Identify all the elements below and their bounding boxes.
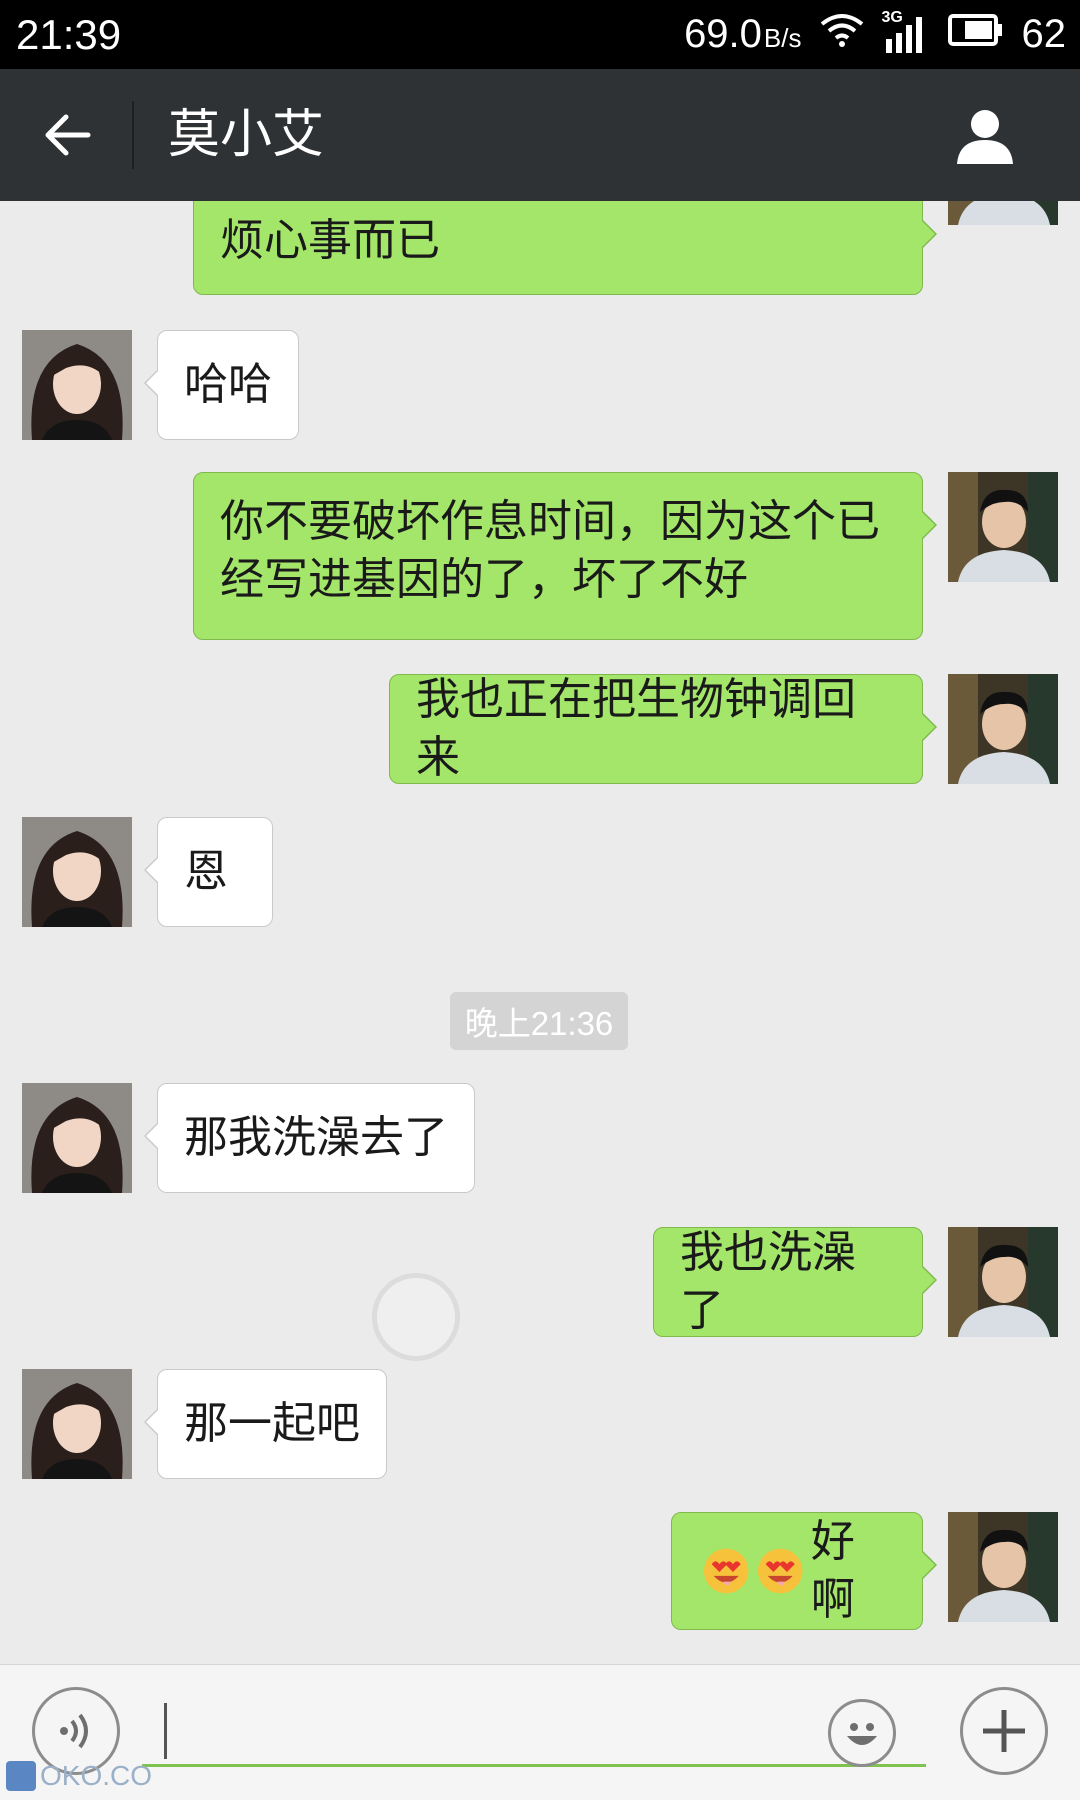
chat-area[interactable]: 烦心事而已 哈哈 你不要破坏作息时间，因为这个已经写进基因的了，坏了不好 我也正…: [0, 201, 1080, 1664]
data-speed-value: 69.0: [684, 12, 762, 56]
message-text: 那我洗澡去了: [184, 1112, 448, 1163]
back-button[interactable]: [28, 91, 108, 179]
smiley-icon: [847, 1723, 877, 1745]
avatar-me[interactable]: [948, 1512, 1058, 1622]
wifi-icon: [820, 12, 864, 58]
avatar-me[interactable]: [948, 674, 1058, 784]
title-bar: 莫小艾: [0, 69, 1080, 201]
status-time: 21:39: [16, 10, 122, 58]
avatar-contact[interactable]: [22, 1369, 132, 1479]
data-speed: 69.0B/s: [684, 12, 801, 57]
avatar-contact[interactable]: [22, 1083, 132, 1193]
message-bubble-outgoing[interactable]: 我也洗澡了: [653, 1227, 937, 1337]
heart-eyes-emoji: [703, 1548, 749, 1594]
message-text: 我也洗澡了: [680, 1227, 856, 1336]
loading-indicator: [372, 1273, 460, 1361]
message-bubble-incoming[interactable]: 恩: [144, 817, 273, 927]
input-bar: [0, 1664, 1080, 1800]
avatar-me[interactable]: [948, 472, 1058, 582]
message-text: 我也正在把生物钟调回来: [416, 674, 856, 783]
message-input[interactable]: [142, 1695, 926, 1767]
message-bubble-outgoing[interactable]: 我也正在把生物钟调回来: [389, 674, 937, 784]
message-text: 好啊: [810, 1516, 855, 1625]
text-cursor: [164, 1703, 167, 1759]
signal-icon: 3G: [882, 9, 930, 55]
status-bar: 21:39 69.0B/s 3G 62: [0, 0, 1080, 69]
message-bubble-outgoing[interactable]: 你不要破坏作息时间，因为这个已经写进基因的了，坏了不好: [193, 472, 937, 640]
message-bubble-outgoing[interactable]: 好啊: [671, 1512, 937, 1630]
voice-icon: [60, 1713, 88, 1749]
person-icon: [957, 110, 1013, 164]
watermark-text: OKO.CO: [40, 1760, 153, 1791]
watermark-logo-icon: [6, 1761, 36, 1791]
message-text: 哈哈: [184, 359, 272, 410]
data-speed-unit: B/s: [763, 23, 802, 53]
battery-icon: [947, 12, 1004, 57]
emoji-button[interactable]: [828, 1699, 896, 1767]
message-text: 恩: [184, 846, 228, 897]
battery-level: 62: [1021, 12, 1067, 56]
time-separator: 晚上21:36: [450, 992, 628, 1050]
more-button[interactable]: [960, 1687, 1048, 1775]
profile-button[interactable]: [940, 91, 1030, 181]
message-bubble-incoming[interactable]: 哈哈: [144, 330, 299, 440]
avatar-me[interactable]: [948, 201, 1058, 225]
message-text: 烦心事而已: [220, 215, 440, 266]
message-text: 你不要破坏作息时间，因为这个已经写进基因的了，坏了不好: [220, 496, 880, 605]
avatar-contact[interactable]: [22, 817, 132, 927]
arrow-left-icon: [45, 114, 91, 156]
heart-eyes-emoji: [758, 1548, 803, 1594]
watermark: OKO.CO: [6, 1758, 152, 1794]
avatar-contact[interactable]: [22, 330, 132, 440]
message-bubble-outgoing[interactable]: 烦心事而已: [193, 201, 937, 295]
message-bubble-incoming[interactable]: 那一起吧: [144, 1369, 387, 1479]
message-text: 那一起吧: [184, 1398, 360, 1449]
title-divider: [132, 101, 134, 169]
message-bubble-incoming[interactable]: 那我洗澡去了: [144, 1083, 475, 1193]
avatar-me[interactable]: [948, 1227, 1058, 1337]
page-title: 莫小艾: [168, 105, 325, 165]
plus-icon: [983, 1710, 1025, 1752]
status-indicators: 69.0B/s 3G 62: [684, 9, 1067, 58]
